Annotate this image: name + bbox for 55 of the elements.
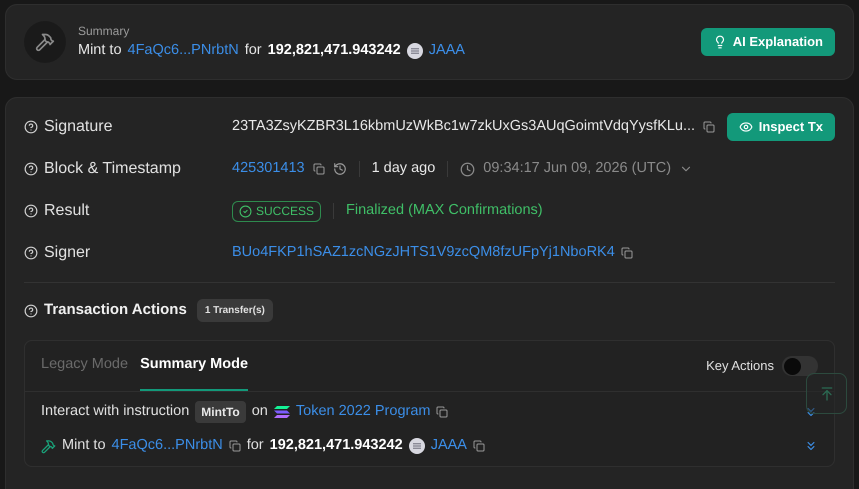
token-icon (408, 438, 425, 454)
mode-tab[interactable]: Summary Mode (140, 341, 248, 391)
summary-label: Summary (78, 23, 130, 40)
confirmation-status: Finalized (MAX Confirmations) (346, 201, 543, 220)
token-link[interactable]: JAAA (430, 435, 467, 457)
copy-icon[interactable] (620, 247, 633, 259)
ai-explanation-button[interactable]: AI Explanation (700, 28, 835, 56)
summary-text: Mint to (78, 41, 122, 60)
action-text: on (252, 402, 268, 422)
amount: 192,821,471.943242 (270, 436, 403, 456)
field-label: Signature (44, 117, 112, 137)
address-link[interactable]: 4FaQc6...PNrbtN (112, 435, 223, 457)
token-icon (406, 43, 423, 59)
instruction-tag: MintTo (195, 401, 246, 423)
section-title: Transaction Actions (44, 300, 187, 320)
copy-icon[interactable] (472, 440, 485, 452)
help-icon (24, 204, 38, 218)
block-link[interactable]: 425301413 (232, 158, 305, 180)
field-label: Result (44, 201, 90, 221)
transfer-count-badge: 1 Transfer(s) (196, 299, 273, 322)
signature-value: 23TA3ZsyKZBR3L16kbmUzWkBc1w7zkUxGs3AUqGoimtVdqYysfKLu... (232, 117, 696, 136)
token-link[interactable]: JAAA (428, 40, 465, 62)
check-icon (239, 204, 252, 218)
hammer-avatar-icon (24, 21, 66, 63)
hammer-icon (41, 438, 56, 454)
key-actions-toggle[interactable] (782, 356, 818, 376)
help-icon (24, 120, 38, 134)
clock-icon (460, 162, 476, 176)
mode-tab[interactable]: Legacy Mode (41, 341, 128, 391)
timestamp: 09:34:17 Jun 09, 2026 (UTC) (483, 159, 672, 178)
copy-icon[interactable] (228, 440, 241, 452)
summary-text: for (244, 41, 262, 60)
copy-icon[interactable] (703, 121, 716, 133)
relative-time: 1 day ago (372, 159, 436, 178)
key-actions-label: Key Actions (706, 357, 774, 376)
signer-link[interactable]: BUo4FKP1hSAZ1zcNGzJHTS1V9zcQM8fzUFpYj1NboRK4 (232, 242, 615, 264)
amount: 192,821,471.943242 (268, 41, 401, 60)
address-link[interactable]: 4FaQc6...PNrbtN (128, 40, 239, 62)
copy-icon[interactable] (312, 163, 325, 175)
help-icon (24, 304, 38, 318)
eye-icon (738, 120, 753, 134)
field-label: Signer (44, 243, 90, 263)
action-text: Interact with instruction (41, 402, 190, 422)
success-badge: SUCCESS (232, 200, 322, 222)
action-text: Mint to (62, 436, 106, 456)
inspect-tx-button[interactable]: Inspect Tx (726, 113, 835, 141)
help-icon (24, 162, 38, 176)
copy-icon[interactable] (436, 406, 448, 418)
program-link[interactable]: Token 2022 Program (296, 401, 430, 423)
help-icon (24, 246, 38, 260)
action-text: for (246, 436, 264, 456)
field-label: Block & Timestamp (44, 159, 181, 179)
program-logo-icon (274, 406, 290, 418)
arrow-up-icon (818, 386, 834, 402)
history-icon[interactable] (332, 162, 347, 176)
